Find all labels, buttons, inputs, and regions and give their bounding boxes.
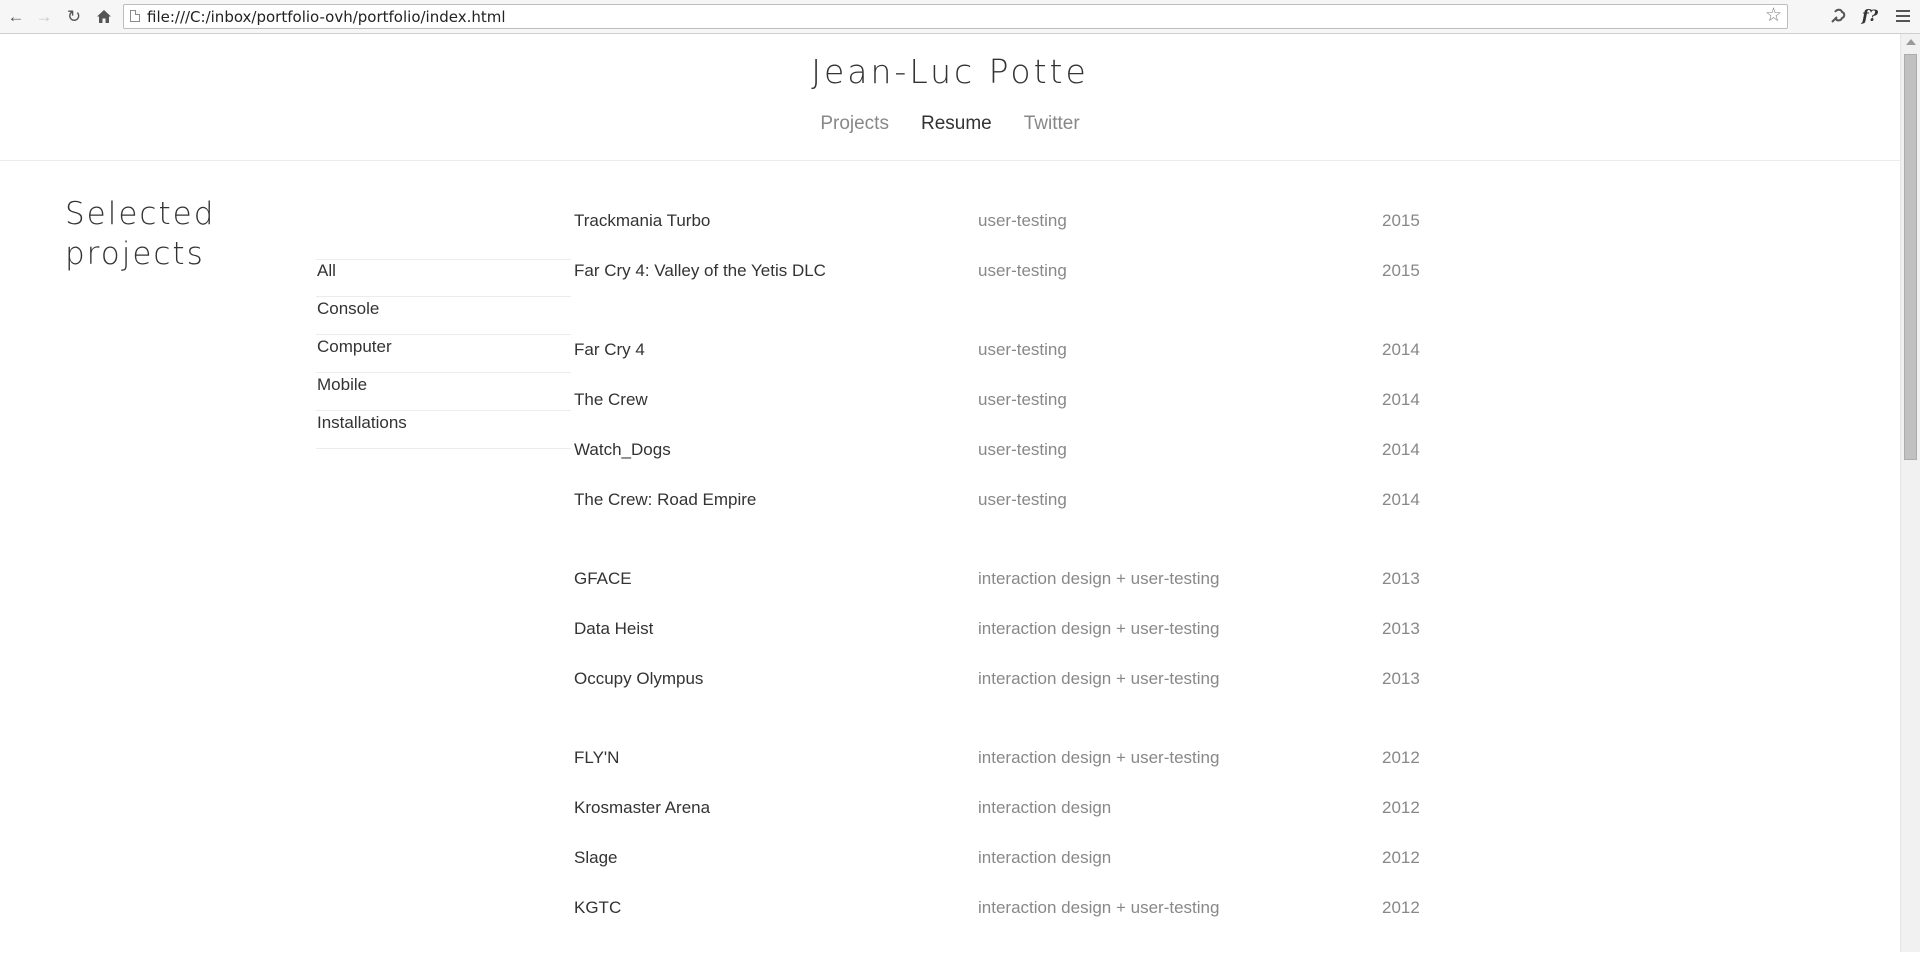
section-heading-line1: Selected xyxy=(65,196,216,232)
scroll-up-arrow-icon[interactable] xyxy=(1906,39,1916,45)
project-year: 2015 xyxy=(1382,211,1420,230)
project-year: 2014 xyxy=(1382,340,1420,359)
project-row[interactable]: Occupy Olympus interaction design + user… xyxy=(574,664,1534,714)
project-row[interactable]: Far Cry 4 user-testing 2014 xyxy=(574,335,1534,385)
project-row[interactable]: Watch_Dogs user-testing 2014 xyxy=(574,435,1534,485)
home-icon[interactable] xyxy=(92,4,116,28)
project-year: 2012 xyxy=(1382,898,1420,917)
project-name[interactable]: The Crew xyxy=(574,385,978,435)
project-year: 2012 xyxy=(1382,848,1420,867)
project-role: interaction design + user-testing xyxy=(978,669,1220,688)
back-arrow-icon[interactable]: ← xyxy=(4,4,28,28)
project-row[interactable]: Trackmania Turbo user-testing 2015 xyxy=(574,206,1534,256)
project-role: interaction design xyxy=(978,848,1112,867)
project-role: interaction design + user-testing xyxy=(978,619,1220,638)
filter-console[interactable]: Console xyxy=(316,297,571,335)
project-name[interactable]: GFACE xyxy=(574,564,978,614)
project-year: 2013 xyxy=(1382,669,1420,688)
project-name[interactable]: Watch_Dogs xyxy=(574,435,978,485)
project-role: user-testing xyxy=(978,340,1067,359)
filter-all[interactable]: All xyxy=(316,259,571,297)
projects-list: Trackmania Turbo user-testing 2015 Far C… xyxy=(574,206,1534,972)
project-role: interaction design xyxy=(978,798,1112,817)
project-row[interactable]: The Crew: Road Empire user-testing 2014 xyxy=(574,485,1534,535)
font-finder-icon[interactable]: f? xyxy=(1858,4,1882,28)
extension-icon[interactable] xyxy=(1826,4,1850,28)
project-row[interactable]: Far Cry 4: Valley of the Yetis DLC user-… xyxy=(574,256,1534,306)
year-group-2013: GFACE interaction design + user-testing … xyxy=(574,564,1534,714)
category-filters: All Console Computer Mobile Installation… xyxy=(316,259,571,449)
url-text[interactable]: file:///C:/inbox/portfolio-ovh/portfolio… xyxy=(147,8,506,26)
project-name[interactable]: FLY'N xyxy=(574,743,978,793)
filter-computer[interactable]: Computer xyxy=(316,335,571,373)
filter-mobile[interactable]: Mobile xyxy=(316,373,571,411)
reload-icon[interactable]: ↻ xyxy=(62,4,86,28)
project-role: interaction design + user-testing xyxy=(978,748,1220,767)
project-role: user-testing xyxy=(978,211,1067,230)
project-name[interactable]: Far Cry 4: Valley of the Yetis DLC xyxy=(574,256,978,306)
star-icon[interactable]: ☆ xyxy=(1765,6,1782,25)
project-row[interactable]: Krosmaster Arena interaction design 2012 xyxy=(574,793,1534,843)
project-year: 2013 xyxy=(1382,569,1420,588)
page-scrollbar[interactable] xyxy=(1900,34,1920,952)
project-year: 2014 xyxy=(1382,440,1420,459)
project-row[interactable]: KGTC interaction design + user-testing 2… xyxy=(574,893,1534,943)
project-row[interactable]: FLY'N interaction design + user-testing … xyxy=(574,743,1534,793)
project-name[interactable]: Data Heist xyxy=(574,614,978,664)
project-row[interactable]: Slage interaction design 2012 xyxy=(574,843,1534,893)
header-divider xyxy=(0,160,1900,161)
project-row[interactable]: GFACE interaction design + user-testing … xyxy=(574,564,1534,614)
section-heading: Selected projects xyxy=(65,194,325,274)
project-role: interaction design + user-testing xyxy=(978,898,1220,917)
main-nav: Projects Resume Twitter xyxy=(0,113,1900,135)
project-name[interactable]: Slage xyxy=(574,843,978,893)
project-row[interactable]: Data Heist interaction design + user-tes… xyxy=(574,614,1534,664)
page-icon xyxy=(130,10,140,22)
nav-resume[interactable]: Resume xyxy=(921,113,992,135)
project-year: 2014 xyxy=(1382,490,1420,509)
section-heading-line2: projects xyxy=(65,236,205,272)
project-row[interactable]: The Crew user-testing 2014 xyxy=(574,385,1534,435)
project-name[interactable]: The Crew: Road Empire xyxy=(574,485,978,535)
project-role: user-testing xyxy=(978,490,1067,509)
project-year: 2012 xyxy=(1382,798,1420,817)
project-name[interactable]: Trackmania Turbo xyxy=(574,206,978,256)
filter-installations[interactable]: Installations xyxy=(316,411,571,449)
project-name[interactable]: Occupy Olympus xyxy=(574,664,978,714)
browser-toolbar: ← → ↻ file:///C:/inbox/portfolio-ovh/por… xyxy=(0,0,1920,34)
project-role: user-testing xyxy=(978,261,1067,280)
project-role: user-testing xyxy=(978,390,1067,409)
nav-projects[interactable]: Projects xyxy=(820,113,889,135)
project-name[interactable]: KGTC xyxy=(574,893,978,943)
project-name[interactable]: Krosmaster Arena xyxy=(574,793,978,843)
menu-icon[interactable] xyxy=(1891,4,1915,28)
project-year: 2013 xyxy=(1382,619,1420,638)
forward-arrow-icon[interactable]: → xyxy=(32,4,56,28)
site-title[interactable]: Jean-Luc Potte xyxy=(0,52,1900,91)
nav-twitter[interactable]: Twitter xyxy=(1024,113,1080,135)
project-role: interaction design + user-testing xyxy=(978,569,1220,588)
year-group-2014: Far Cry 4 user-testing 2014 The Crew use… xyxy=(574,335,1534,535)
project-role: user-testing xyxy=(978,440,1067,459)
year-group-2012: FLY'N interaction design + user-testing … xyxy=(574,743,1534,943)
scroll-thumb[interactable] xyxy=(1904,54,1917,460)
project-year: 2012 xyxy=(1382,748,1420,767)
project-name[interactable]: Far Cry 4 xyxy=(574,335,978,385)
project-year: 2014 xyxy=(1382,390,1420,409)
address-bar[interactable]: file:///C:/inbox/portfolio-ovh/portfolio… xyxy=(123,4,1788,29)
year-group-2015: Trackmania Turbo user-testing 2015 Far C… xyxy=(574,206,1534,306)
project-year: 2015 xyxy=(1382,261,1420,280)
